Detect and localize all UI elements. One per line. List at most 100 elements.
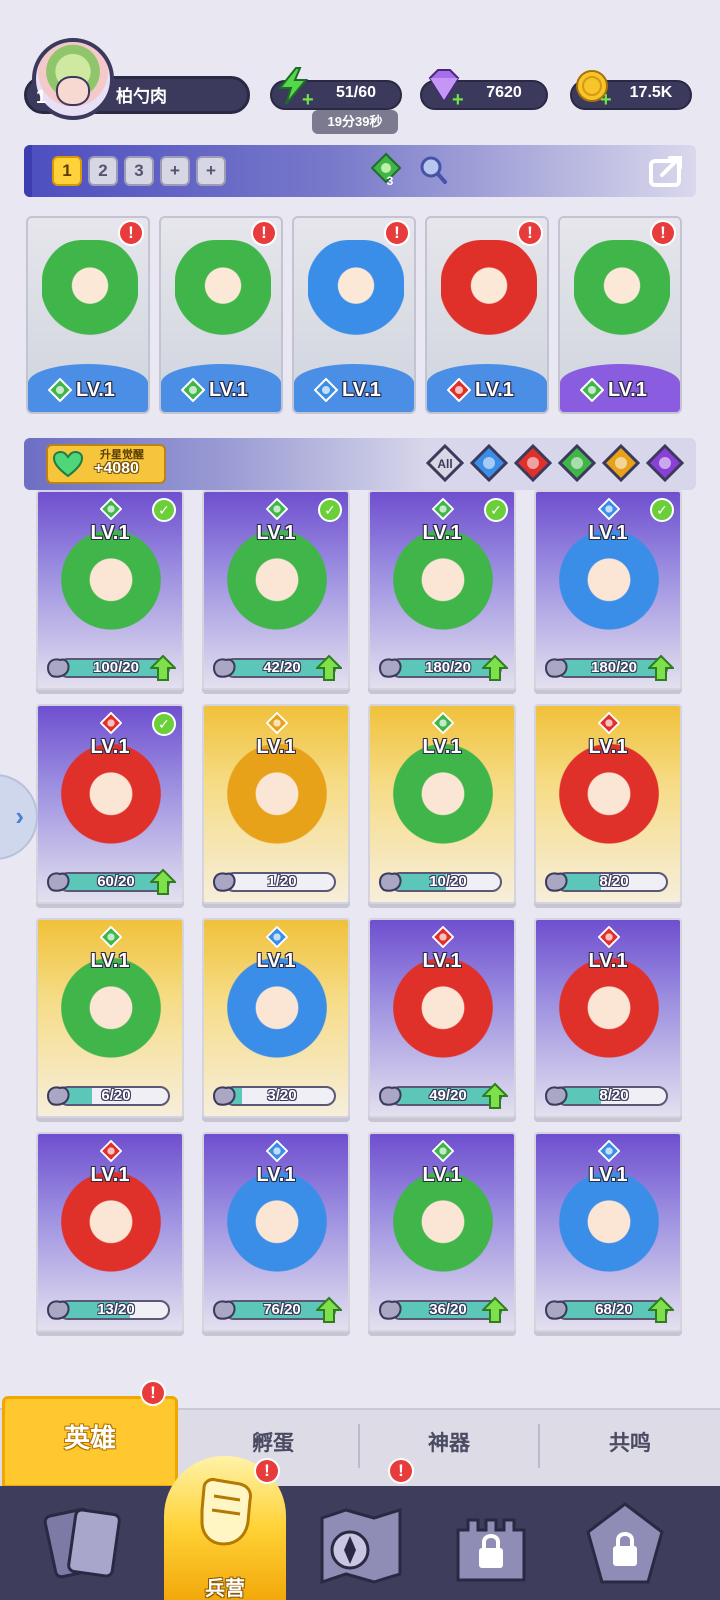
wind-element-icon bbox=[432, 712, 454, 734]
nav-barracks-label: 兵营 bbox=[205, 1578, 245, 1600]
slot-alert-badge: ! bbox=[517, 220, 543, 246]
team-tab-2[interactable]: 2 bbox=[88, 156, 118, 186]
hero-portrait bbox=[384, 1168, 502, 1296]
check-icon: ✓ bbox=[318, 498, 342, 522]
upgrade-arrow-icon[interactable] bbox=[482, 1296, 508, 1324]
upgrade-arrow-icon[interactable] bbox=[482, 1082, 508, 1110]
hero-level: LV.1 bbox=[90, 1164, 130, 1186]
tab-resonance[interactable]: 共鸣 bbox=[542, 1424, 718, 1464]
hero-card[interactable]: LV.1 ✓ 60/20 bbox=[36, 704, 184, 904]
hero-card[interactable]: LV.1 76/20 bbox=[202, 1132, 350, 1332]
team-tab-3[interactable]: 3 bbox=[124, 156, 154, 186]
hero-portrait bbox=[384, 740, 502, 868]
slot-alert-badge: ! bbox=[650, 220, 676, 246]
hero-card[interactable]: LV.1 3/20 bbox=[202, 918, 350, 1118]
hero-portrait bbox=[52, 740, 170, 868]
shard-progress-text: 13/20 bbox=[97, 1301, 135, 1318]
hero-level: LV.1 bbox=[422, 950, 462, 972]
hero-card[interactable]: LV.1 1/20 bbox=[202, 704, 350, 904]
fire-element-icon bbox=[100, 1140, 122, 1162]
tab-artifact[interactable]: 神器 bbox=[362, 1424, 536, 1464]
upgrade-arrow-icon[interactable] bbox=[648, 654, 674, 682]
team-tab-1[interactable]: 1 bbox=[52, 156, 82, 186]
barracks-alert-badge: ! bbox=[254, 1458, 280, 1484]
wind-element-icon bbox=[100, 498, 122, 520]
hero-card[interactable]: LV.1 ✓ 180/20 bbox=[368, 490, 516, 690]
fire-element-icon bbox=[447, 378, 471, 402]
upgrade-arrow-icon[interactable] bbox=[316, 654, 342, 682]
team-slot[interactable]: LV.1! bbox=[159, 216, 283, 414]
fire-element-icon bbox=[432, 926, 454, 948]
filter-light-icon[interactable] bbox=[602, 444, 640, 482]
player-name: 柏勺肉 bbox=[116, 87, 167, 106]
map-icon[interactable] bbox=[316, 1500, 406, 1590]
hero-card[interactable]: LV.1 68/20 bbox=[534, 1132, 682, 1332]
hero-card[interactable]: LV.1 13/20 bbox=[36, 1132, 184, 1332]
check-icon: ✓ bbox=[650, 498, 674, 522]
hero-card[interactable]: LV.1 8/20 bbox=[534, 704, 682, 904]
team-slot[interactable]: LV.1! bbox=[558, 216, 682, 414]
hero-card[interactable]: LV.1 ✓ 42/20 bbox=[202, 490, 350, 690]
filter-all-label: All bbox=[437, 457, 452, 471]
wind-element-icon bbox=[266, 498, 288, 520]
upgrade-arrow-icon[interactable] bbox=[150, 654, 176, 682]
wind-element-icon bbox=[48, 378, 72, 402]
locked-gem-icon[interactable] bbox=[580, 1500, 670, 1590]
team-tab-add-2[interactable]: + bbox=[196, 156, 226, 186]
shard-progress-text: 3/20 bbox=[267, 1087, 297, 1104]
gold-plus-icon[interactable]: + bbox=[600, 90, 616, 110]
hero-card[interactable]: LV.1 10/20 bbox=[368, 704, 516, 904]
filter-fire-icon[interactable] bbox=[514, 444, 552, 482]
energy-plus-icon[interactable]: + bbox=[302, 90, 318, 110]
locked-castle-icon[interactable] bbox=[446, 1500, 536, 1590]
hero-card[interactable]: LV.1 36/20 bbox=[368, 1132, 516, 1332]
slot-level: LV.1 bbox=[209, 379, 248, 401]
upgrade-arrow-icon[interactable] bbox=[150, 868, 176, 896]
water-element-icon bbox=[266, 1140, 288, 1162]
hero-card[interactable]: LV.1 49/20 bbox=[368, 918, 516, 1118]
hero-portrait bbox=[384, 954, 502, 1082]
wind-element-icon bbox=[100, 926, 122, 948]
hero-level: LV.1 bbox=[90, 736, 130, 758]
fire-element-icon bbox=[598, 926, 620, 948]
shard-progress-text: 8/20 bbox=[599, 873, 629, 890]
upgrade-arrow-icon[interactable] bbox=[648, 1296, 674, 1324]
slot-level: LV.1 bbox=[76, 379, 115, 401]
share-icon[interactable] bbox=[648, 153, 686, 189]
hero-portrait bbox=[175, 240, 271, 360]
filter-all[interactable]: All bbox=[426, 444, 464, 482]
hero-level: LV.1 bbox=[588, 736, 628, 758]
team-slot[interactable]: LV.1! bbox=[425, 216, 549, 414]
hero-card[interactable]: LV.1 6/20 bbox=[36, 918, 184, 1118]
gems-plus-icon[interactable]: + bbox=[452, 90, 468, 110]
filter-dark-icon[interactable] bbox=[646, 444, 684, 482]
slot-level: LV.1 bbox=[475, 379, 514, 401]
check-icon: ✓ bbox=[152, 712, 176, 736]
filter-water-icon[interactable] bbox=[470, 444, 508, 482]
fire-element-icon bbox=[100, 712, 122, 734]
magnifier-icon[interactable] bbox=[418, 154, 448, 186]
heart-icon bbox=[52, 450, 84, 478]
upgrade-arrow-icon[interactable] bbox=[482, 654, 508, 682]
hero-level: LV.1 bbox=[256, 1164, 296, 1186]
hero-card[interactable]: LV.1 ✓ 180/20 bbox=[534, 490, 682, 690]
shard-progress-text: 8/20 bbox=[599, 1087, 629, 1104]
gold-value: 17.5K bbox=[629, 84, 673, 101]
team-slot[interactable]: LV.1! bbox=[26, 216, 150, 414]
upgrade-arrow-icon[interactable] bbox=[316, 1296, 342, 1324]
filter-wind-icon[interactable] bbox=[558, 444, 596, 482]
avatar-face bbox=[56, 76, 90, 106]
side-expand-button[interactable]: › bbox=[0, 774, 38, 860]
energy-value: 51/60 bbox=[335, 84, 377, 101]
tab-divider bbox=[538, 1424, 540, 1468]
hero-card[interactable]: LV.1 8/20 bbox=[534, 918, 682, 1118]
hero-portrait bbox=[441, 240, 537, 360]
player-level: 1 bbox=[35, 87, 46, 107]
hero-portrait bbox=[218, 954, 336, 1082]
cards-icon[interactable] bbox=[40, 1500, 130, 1590]
hero-level: LV.1 bbox=[256, 950, 296, 972]
hero-card[interactable]: LV.1 ✓ 100/20 bbox=[36, 490, 184, 690]
team-slot[interactable]: LV.1! bbox=[292, 216, 416, 414]
hero-level: LV.1 bbox=[588, 950, 628, 972]
team-tab-add-1[interactable]: + bbox=[160, 156, 190, 186]
